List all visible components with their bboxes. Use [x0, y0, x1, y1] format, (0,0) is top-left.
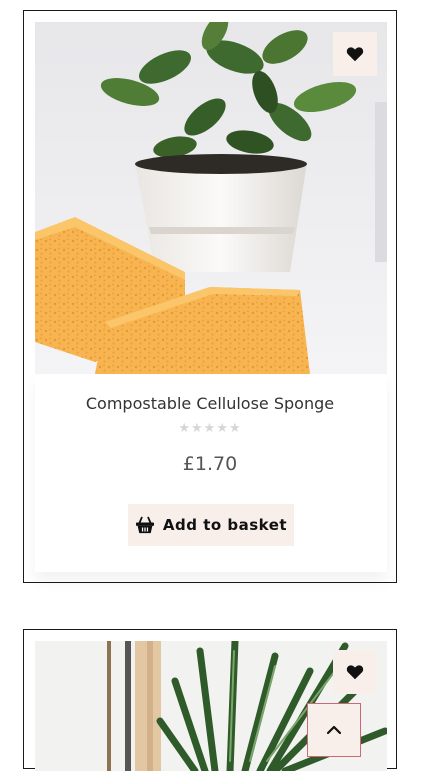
add-to-basket-label: Add to basket: [162, 516, 288, 534]
star-rating: ★★★★★: [178, 421, 242, 436]
heart-icon: [346, 665, 364, 680]
product-card: Compostable Cellulose Sponge ★★★★★ £1.70…: [23, 10, 397, 583]
product-price: £1.70: [182, 453, 238, 475]
basket-icon: [135, 516, 154, 534]
chevron-up-icon: [326, 725, 342, 735]
wishlist-button[interactable]: [333, 650, 377, 694]
heart-icon: [346, 47, 364, 62]
back-to-top-button[interactable]: [307, 703, 361, 757]
add-to-basket-button[interactable]: Add to basket: [128, 504, 294, 546]
wishlist-button[interactable]: [333, 32, 377, 76]
product-title[interactable]: Compostable Cellulose Sponge: [24, 394, 396, 413]
